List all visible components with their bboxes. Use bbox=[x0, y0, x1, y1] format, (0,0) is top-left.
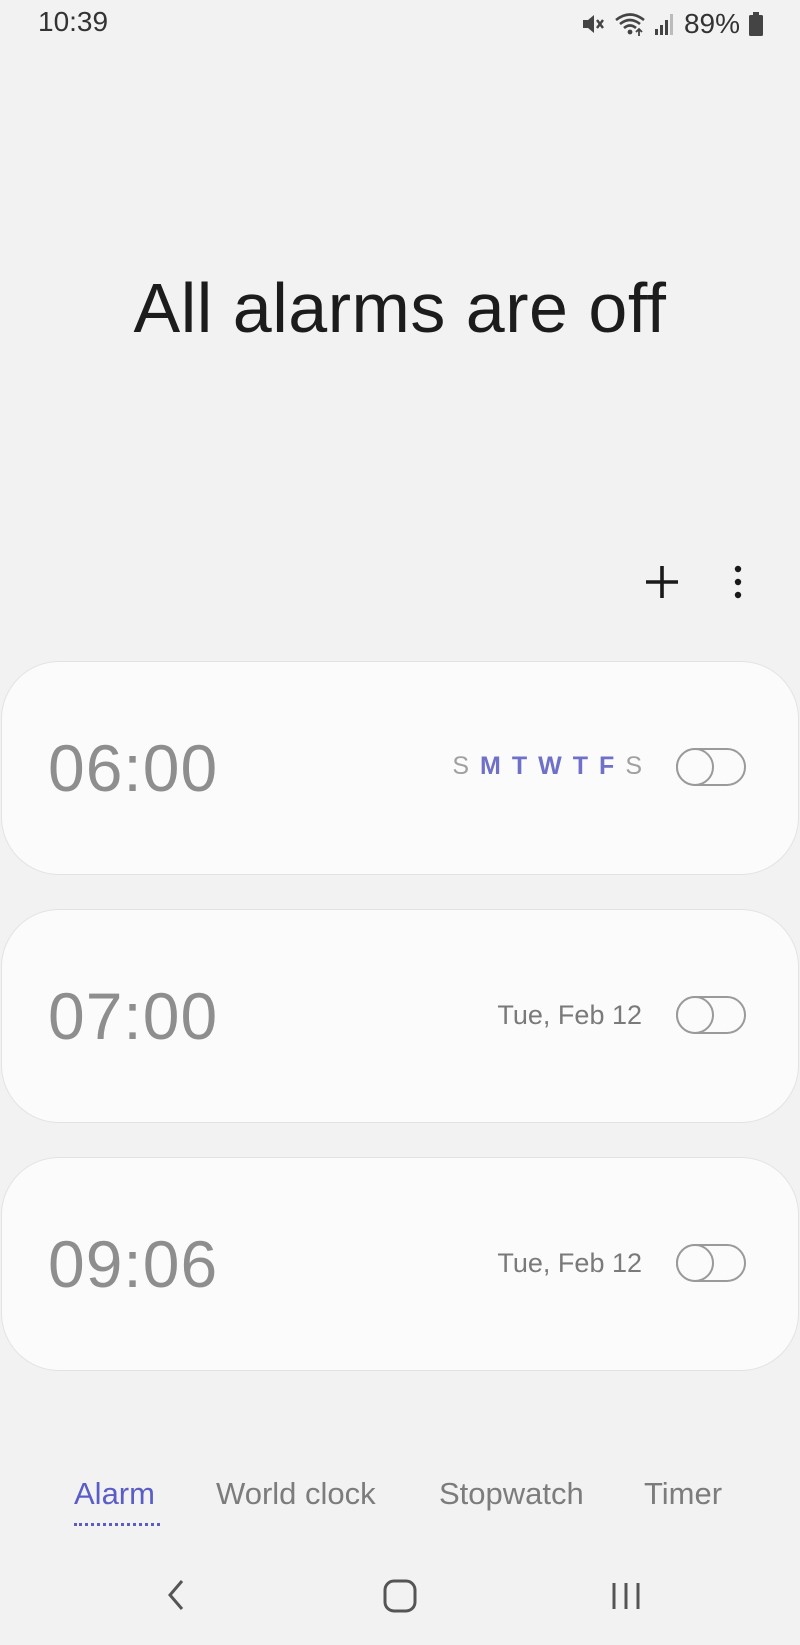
toggle-knob bbox=[676, 995, 714, 1034]
tab-timer[interactable]: Timer bbox=[644, 1476, 722, 1512]
more-vertical-icon bbox=[734, 565, 742, 599]
add-alarm-button[interactable] bbox=[640, 560, 684, 604]
nav-home-button[interactable] bbox=[380, 1578, 420, 1614]
page-title: All alarms are off bbox=[133, 269, 667, 347]
recents-icon bbox=[612, 1583, 640, 1609]
day-wednesday: W bbox=[538, 752, 562, 780]
tab-stopwatch[interactable]: Stopwatch bbox=[439, 1476, 584, 1512]
toggle-knob bbox=[676, 747, 714, 786]
day-thursday: T bbox=[572, 752, 589, 780]
alarm-toggle[interactable] bbox=[676, 1243, 746, 1282]
alarm-date: Tue, Feb 12 bbox=[497, 1248, 642, 1278]
alarm-card[interactable]: 06:00 S M T W T F S bbox=[1, 661, 799, 875]
bottom-tabs: Alarm World clock Stopwatch Timer bbox=[0, 1470, 800, 1530]
alarm-time: 06:00 bbox=[48, 731, 219, 805]
alarm-toggle[interactable] bbox=[676, 747, 746, 786]
tab-alarm[interactable]: Alarm bbox=[74, 1476, 155, 1512]
tab-world-clock[interactable]: World clock bbox=[216, 1476, 376, 1512]
status-bar: 10:39 89% bbox=[0, 0, 800, 50]
home-icon bbox=[383, 1579, 417, 1613]
more-options-button[interactable] bbox=[726, 560, 750, 604]
alarm-time: 07:00 bbox=[48, 979, 219, 1053]
day-saturday: S bbox=[625, 752, 642, 780]
status-time: 10:39 bbox=[38, 6, 109, 37]
status-icons: 89% bbox=[580, 8, 764, 40]
toggle-knob bbox=[676, 1243, 714, 1282]
mute-icon bbox=[580, 11, 606, 37]
alarm-repeat-days: S M T W T F S bbox=[452, 752, 642, 781]
back-icon bbox=[168, 1580, 184, 1610]
day-friday: F bbox=[599, 752, 615, 780]
active-tab-indicator bbox=[74, 1520, 160, 1526]
day-tuesday: T bbox=[511, 752, 528, 780]
nav-recents-button[interactable] bbox=[608, 1580, 644, 1612]
clock-app-screen: 10:39 89% All alarms are off 06:00 S M T… bbox=[0, 0, 800, 1645]
alarm-toggle[interactable] bbox=[676, 995, 746, 1034]
plus-icon bbox=[646, 566, 678, 598]
signal-icon bbox=[654, 11, 676, 37]
battery-percent: 89% bbox=[683, 8, 740, 39]
alarm-card[interactable]: 09:06 Tue, Feb 12 bbox=[1, 1157, 799, 1371]
battery-icon bbox=[748, 11, 764, 37]
wifi-icon bbox=[614, 11, 646, 37]
alarm-card[interactable]: 07:00 Tue, Feb 12 bbox=[1, 909, 799, 1123]
alarm-date: Tue, Feb 12 bbox=[497, 1000, 642, 1030]
alarm-time: 09:06 bbox=[48, 1227, 219, 1301]
day-monday: M bbox=[480, 752, 501, 780]
nav-back-button[interactable] bbox=[162, 1575, 190, 1615]
day-sunday: S bbox=[452, 752, 470, 780]
